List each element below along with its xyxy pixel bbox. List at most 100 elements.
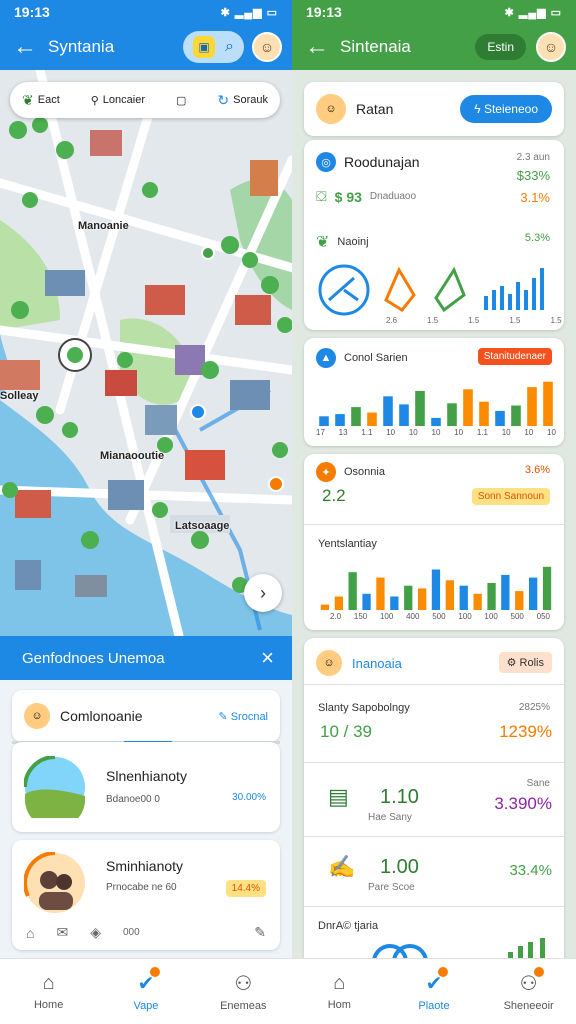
nav-enemeas[interactable]: ⚇ Enemeas (203, 971, 283, 1012)
chart-bar (335, 414, 345, 426)
card-tag[interactable]: Sonn Sannoun (471, 488, 550, 505)
chart-card[interactable]: ✦ Osonnia 3.6% 2.2 Sonn Sannoun Yentslan… (304, 454, 564, 630)
pencil-icon[interactable]: ✎ (254, 924, 266, 941)
refresh-icon: ↻ (217, 91, 230, 108)
map-icon[interactable]: ▣ (193, 36, 216, 58)
sheet-header: Genfodnoes Unemoa × (0, 636, 292, 680)
stats-button[interactable]: ϟ Steieneoo (460, 95, 552, 123)
close-icon[interactable]: × (261, 645, 274, 671)
home-icon: ⌂ (333, 972, 346, 994)
card-tag[interactable]: Stanitudenaer (477, 348, 552, 365)
home-outline-icon[interactable]: ⌂ (26, 925, 34, 941)
mini-label: 1.5 (427, 316, 439, 325)
chart-x-label: 500 (432, 612, 446, 621)
back-arrow-icon[interactable]: ← (302, 33, 332, 61)
tag-icon[interactable]: ◈ (90, 924, 101, 941)
filter-tag[interactable]: ⚙ Rolis (498, 652, 552, 673)
map-view[interactable]: ❦ Eact ⚲ Loncaier ▢ ↻ Sorauk Manoanie Miana… (0, 70, 292, 640)
item-title: Sminhianoty (106, 858, 184, 874)
app-title: Syntania (48, 37, 115, 56)
search-icon[interactable]: ⌕ (225, 38, 234, 56)
stat-top: 2825% (518, 702, 550, 713)
bottom-nav-left: ⌂ Home ✔ Vape ⚇ Enemeas (0, 958, 292, 1024)
chart-x-label: 10 (454, 428, 464, 437)
sheet-card-header[interactable]: ☺ Comlonoanie ✎ Srocnal (12, 690, 280, 744)
avatar[interactable]: ☺ (252, 32, 282, 62)
row-title: Naoinj (337, 236, 369, 248)
card-value: 2.2 (322, 486, 346, 505)
nav-home[interactable]: ⌂ Home (9, 972, 89, 1011)
item-subtitle: Prnocabe ne 60 (106, 882, 177, 893)
chart-x-label: 1.1 (476, 428, 488, 437)
globe-icon: ◎ (316, 152, 336, 172)
sheet-title: Genfodnoes Unemoa (22, 649, 165, 667)
summary-card[interactable]: ◎ Roodunajan 2.3 aun $33% ⛋ $ 93 Dnaduao… (304, 140, 564, 330)
avatar: ☺ (316, 650, 342, 676)
chart-icon: ▲ (316, 348, 336, 368)
chart-card[interactable]: ▲ Conol Sarien Stanitudenaer 17 13 1.1 10 10… (304, 338, 564, 446)
chart-bar (431, 417, 441, 426)
chip-layers[interactable]: ▢ (176, 94, 186, 107)
document-icon: ▤ (328, 784, 349, 809)
app-bar-actions: ▣ ⌕ (183, 31, 244, 63)
check-icon: ✔ (426, 967, 449, 996)
mail-icon[interactable]: ✉ (56, 924, 68, 941)
divider (304, 762, 564, 763)
chart-bar (399, 404, 409, 426)
back-arrow-icon[interactable]: ← (10, 33, 40, 61)
stat-top: Sane (526, 778, 550, 789)
chip-eact[interactable]: ❦ Eact (22, 92, 60, 109)
map-filter-chips: ❦ Eact ⚲ Loncaier ▢ ↻ Sorauk (10, 82, 280, 118)
header-pill-button[interactable]: Estin (475, 34, 526, 60)
leaf-icon: ❦ (22, 91, 34, 108)
chart-bar (542, 566, 552, 610)
card-meta: 2.3 aun (516, 152, 550, 163)
profile-header-card: ☺ Ratan ϟ Steieneoo (304, 82, 564, 136)
chart-bar (463, 389, 473, 426)
nav-vape[interactable]: ✔ Vape (106, 967, 186, 1012)
stats-card[interactable]: ☺ Inanoaia ⚙ Rolis Slanty Sapobolngy 282… (304, 638, 564, 958)
section-title: DnrA© tjaria (318, 920, 379, 932)
bolt-icon: ϟ (474, 102, 484, 116)
chart-bar (501, 574, 510, 610)
chart-bar (415, 390, 425, 426)
leaf-icon: ❦ (316, 234, 330, 251)
profile-name: Ratan (356, 101, 394, 117)
nav-sheneeoir[interactable]: ⚇ Sheneeoir (489, 967, 569, 1012)
list-item[interactable]: Sminhianoty Prnocabe ne 60 14.4% ⌂ ✉ ◈ 0… (12, 840, 280, 950)
chart-x-label: 2.0 (330, 612, 342, 621)
item-value: 14.4% (225, 880, 266, 897)
list-item[interactable]: Slnenhianoty Bdanoe00 0 30.00% (12, 742, 280, 832)
chart-x-label: 10 (408, 428, 418, 437)
map-place-label: Manoanie (78, 220, 129, 232)
mini-icon-row (318, 264, 544, 316)
card-link[interactable]: ✎ Srocnal (218, 710, 268, 723)
chip-sorauk[interactable]: ↻ Sorauk (217, 92, 268, 109)
stat-percent: 1239% (499, 722, 552, 741)
chart-x-label: 10 (386, 428, 396, 437)
chart-x-label: 10 (547, 428, 556, 437)
chart-x-label: 100 (379, 612, 394, 621)
nav-home[interactable]: ⌂ Hom (299, 972, 379, 1011)
layers-icon: ▢ (175, 94, 187, 107)
chart-bar (334, 596, 343, 610)
row-percent: 5.3% (524, 232, 550, 244)
chart-bar (376, 577, 385, 610)
walk-icon: ⚲ (90, 94, 99, 107)
chart-x-label: 400 (406, 612, 420, 621)
app-bar-right: ← Sintenaia Estin ☺ (292, 24, 576, 70)
chevron-right-icon: › (260, 582, 266, 603)
person-icon: ⚇ (520, 967, 544, 996)
avatar[interactable]: ☺ (536, 32, 566, 62)
stat-subtitle: Pare Scoe (368, 882, 415, 893)
map-next-button[interactable]: › (244, 574, 282, 612)
stat-percent: 3.390% (494, 794, 552, 813)
bottom-nav-right: ⌂ Hom ✔ Plaote ⚇ Sheneeoir (292, 958, 576, 1024)
chip-loncaier[interactable]: ⚲ Loncaier (91, 94, 145, 107)
status-bar-right: 19:13 ✱ ▂▄▆ ▭ (292, 0, 576, 24)
map-canvas (0, 70, 292, 640)
chart-bar (348, 572, 357, 610)
dashboard-panel: ☺ Ratan ϟ Steieneoo ◎ Roodunajan 2.3 aun… (292, 70, 576, 958)
stat-subtitle: Hae Sany (368, 812, 412, 823)
nav-plaote[interactable]: ✔ Plaote (394, 967, 474, 1012)
